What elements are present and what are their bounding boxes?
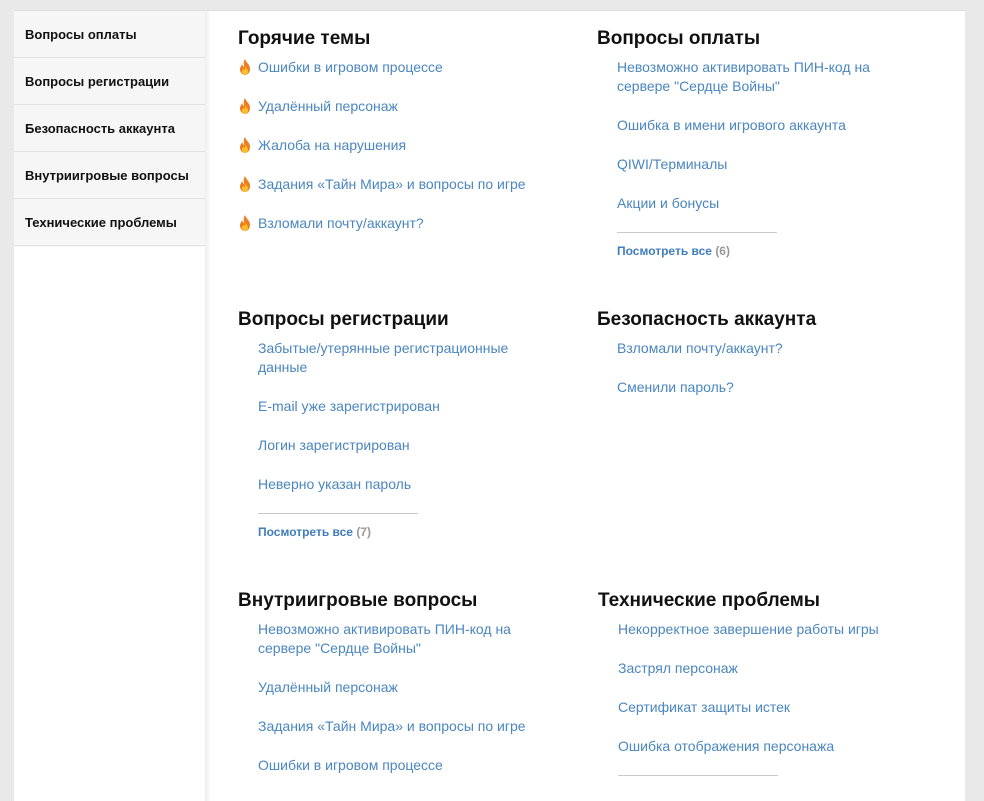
sidebar-item-label: Технические проблемы [25, 214, 177, 230]
view-all-link[interactable]: Посмотреть все (6) [617, 244, 917, 258]
sidebar-item-label: Вопросы оплаты [25, 26, 137, 42]
registration-link[interactable]: E-mail уже зарегистрирован [258, 397, 558, 416]
link-label: Логин зарегистрирован [258, 437, 410, 453]
section-title: Внутриигровые вопросы [238, 590, 478, 611]
ingame-link[interactable]: Задания «Тайн Мира» и вопросы по игре [258, 717, 558, 736]
fire-icon [240, 98, 250, 114]
section-title: Вопросы регистрации [238, 309, 449, 330]
section-ingame: Внутриигровые вопросы Невозможно активир… [238, 590, 558, 795]
fire-icon [240, 137, 250, 153]
section-payment: Вопросы оплаты Невозможно активировать П… [597, 28, 917, 258]
link-label: Задания «Тайн Мира» и вопросы по игре [258, 176, 526, 192]
ingame-link[interactable]: Ошибки в игровом процессе [258, 756, 558, 775]
link-label: Застрял персонаж [618, 660, 738, 676]
technical-link[interactable]: Застрял персонаж [618, 659, 918, 678]
link-label: Жалоба на нарушения [258, 137, 407, 153]
link-label: Неверно указан пароль [258, 476, 412, 492]
registration-link[interactable]: Забытые/утерянные регистрационные данные [258, 339, 558, 377]
link-label: Ошибка отображения персонажа [618, 738, 835, 754]
section-title: Горячие темы [238, 28, 371, 49]
security-link[interactable]: Взломали почту/аккаунт? [617, 339, 917, 358]
link-label: Акции и бонусы [617, 195, 720, 211]
sidebar-item-label: Безопасность аккаунта [25, 120, 175, 136]
divider [617, 232, 777, 233]
hot-topic-link[interactable]: Взломали почту/аккаунт? [238, 214, 558, 233]
section-security: Безопасность аккаунта Взломали почту/акк… [597, 309, 917, 417]
divider [618, 775, 778, 776]
payment-link[interactable]: Ошибка в имени игрового аккаунта [617, 116, 917, 135]
technical-link[interactable]: Сертификат защиты истек [618, 698, 918, 717]
section-hot-topics: Горячие темы Ошибки в игровом процессе У… [238, 28, 558, 253]
section-title: Безопасность аккаунта [597, 309, 817, 330]
sidebar-item-security[interactable]: Безопасность аккаунта [14, 105, 205, 152]
link-label: QIWI/Терминалы [617, 156, 728, 172]
link-label: Задания «Тайн Мира» и вопросы по игре [258, 718, 526, 734]
registration-link[interactable]: Логин зарегистрирован [258, 436, 558, 455]
ingame-link[interactable]: Невозможно активировать ПИН-код на серве… [258, 620, 558, 658]
link-list: Ошибки в игровом процессе Удалённый перс… [238, 58, 558, 233]
sidebar: Вопросы оплаты Вопросы регистрации Безоп… [14, 11, 205, 247]
link-label: Сменили пароль? [617, 379, 734, 395]
section-title: Вопросы оплаты [597, 28, 761, 49]
link-label: Взломали почту/аккаунт? [258, 215, 424, 231]
link-label: Невозможно активировать ПИН-код на серве… [258, 621, 511, 656]
section-technical: Технические проблемы Некорректное заверш… [598, 590, 918, 776]
section-title: Технические проблемы [598, 590, 821, 611]
link-label: Невозможно активировать ПИН-код на серве… [617, 59, 870, 94]
link-label: Ошибка в имени игрового аккаунта [617, 117, 846, 133]
view-all-label: Посмотреть все [617, 244, 712, 258]
view-all-label: Посмотреть все [258, 525, 353, 539]
view-all-link[interactable]: Посмотреть все (7) [258, 525, 558, 539]
hot-topic-link[interactable]: Задания «Тайн Мира» и вопросы по игре [238, 175, 558, 194]
fire-icon [240, 59, 250, 75]
hot-topic-link[interactable]: Удалённый персонаж [238, 97, 558, 116]
technical-link[interactable]: Ошибка отображения персонажа [618, 737, 918, 756]
payment-link[interactable]: Акции и бонусы [617, 194, 917, 213]
technical-link[interactable]: Некорректное завершение работы игры [618, 620, 918, 639]
divider [258, 513, 418, 514]
payment-link[interactable]: QIWI/Терминалы [617, 155, 917, 174]
view-all-count: (7) [356, 525, 371, 539]
link-label: Ошибки в игровом процессе [258, 757, 443, 773]
link-label: Удалённый персонаж [258, 679, 398, 695]
sidebar-item-registration[interactable]: Вопросы регистрации [14, 58, 205, 105]
fire-icon [240, 215, 250, 231]
sidebar-item-payment[interactable]: Вопросы оплаты [14, 11, 205, 58]
security-link[interactable]: Сменили пароль? [617, 378, 917, 397]
hot-topic-link[interactable]: Ошибки в игровом процессе [238, 58, 558, 77]
sidebar-shadow [205, 11, 211, 801]
content-panel: Вопросы оплаты Вопросы регистрации Безоп… [14, 10, 965, 801]
link-label: Забытые/утерянные регистрационные данные [258, 340, 509, 375]
sidebar-item-label: Вопросы регистрации [25, 73, 170, 89]
sidebar-item-technical[interactable]: Технические проблемы [14, 199, 205, 246]
link-label: Ошибки в игровом процессе [258, 59, 443, 75]
link-list: Невозможно активировать ПИН-код на серве… [238, 620, 558, 775]
link-list: Некорректное завершение работы игры Заст… [598, 620, 918, 776]
fire-icon [240, 176, 250, 192]
payment-link[interactable]: Невозможно активировать ПИН-код на серве… [617, 58, 917, 96]
link-label: E-mail уже зарегистрирован [258, 398, 440, 414]
view-all-count: (6) [715, 244, 730, 258]
sidebar-item-label: Внутриигровые вопросы [25, 167, 189, 183]
sidebar-item-ingame[interactable]: Внутриигровые вопросы [14, 152, 205, 199]
link-list: Взломали почту/аккаунт? Сменили пароль? [597, 339, 917, 397]
registration-link[interactable]: Неверно указан пароль [258, 475, 558, 494]
link-label: Взломали почту/аккаунт? [617, 340, 783, 356]
link-label: Некорректное завершение работы игры [618, 621, 879, 637]
hot-topic-link[interactable]: Жалоба на нарушения [238, 136, 558, 155]
link-label: Сертификат защиты истек [618, 699, 791, 715]
section-registration: Вопросы регистрации Забытые/утерянные ре… [238, 309, 558, 539]
link-list: Забытые/утерянные регистрационные данные… [238, 339, 558, 539]
ingame-link[interactable]: Удалённый персонаж [258, 678, 558, 697]
link-list: Невозможно активировать ПИН-код на серве… [597, 58, 917, 258]
link-label: Удалённый персонаж [258, 98, 398, 114]
